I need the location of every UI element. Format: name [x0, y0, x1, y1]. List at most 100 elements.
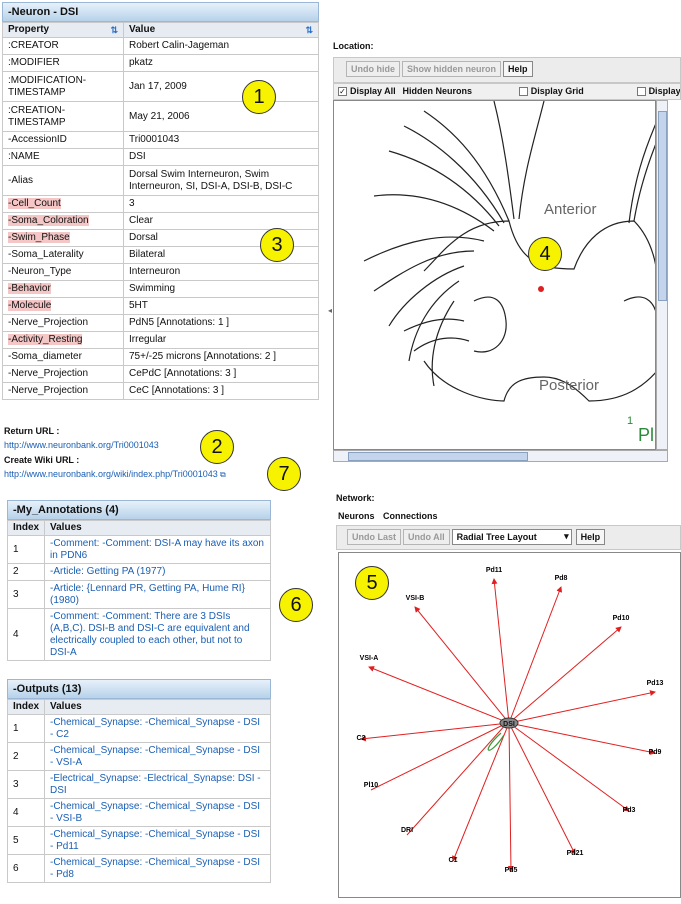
value-column-header[interactable]: Value ⇅ — [123, 22, 319, 38]
undo-last-button[interactable]: Undo Last — [347, 529, 401, 545]
undo-hide-button[interactable]: Undo hide — [346, 61, 400, 77]
outputs-values-header[interactable]: Values — [44, 699, 271, 715]
graph-edge[interactable] — [491, 578, 510, 724]
display-grid-checkbox[interactable] — [518, 86, 528, 96]
row-value[interactable]: -Chemical_Synapse: -Chemical_Synapse - D… — [44, 742, 271, 771]
graph-edge[interactable] — [406, 722, 508, 836]
graph-node-label[interactable]: VSI-A — [360, 655, 379, 662]
sort-icon[interactable]: ⇅ — [110, 24, 118, 36]
graph-edge[interactable] — [414, 606, 510, 724]
table-row[interactable]: -Nerve_Projection CeC [Annotations: 3 ] — [2, 382, 319, 400]
row-value[interactable]: -Comment: -Comment: DSI-A may have its a… — [44, 535, 271, 564]
table-row[interactable]: -Cell_Count 3 — [2, 195, 319, 213]
location-canvas[interactable]: Anterior Posterior 1 Pl — [333, 100, 656, 450]
show-hidden-neuron-button[interactable]: Show hidden neuron — [402, 61, 501, 77]
tab-connections[interactable]: Connections — [383, 511, 438, 521]
wiki-url-link[interactable]: http://www.neuronbank.org/wiki/index.php… — [4, 469, 218, 479]
annotations-title[interactable]: -My_Annotations (4) — [7, 500, 271, 520]
callout-6: 6 — [279, 588, 313, 622]
graph-edge[interactable] — [452, 722, 510, 862]
graph-node-label[interactable]: Pd21 — [567, 850, 584, 857]
graph-edge[interactable] — [508, 626, 622, 724]
graph-node-label[interactable]: Pd13 — [647, 680, 664, 687]
location-help-button[interactable]: Help — [503, 61, 533, 77]
display-all-checkbox[interactable]: ✓ — [338, 86, 347, 96]
graph-node-label[interactable]: C1 — [449, 857, 458, 864]
graph-node-label[interactable]: Pd8 — [555, 575, 568, 582]
table-row[interactable]: -AccessionID Tri0001043 — [2, 131, 319, 149]
table-row[interactable]: 4 -Comment: -Comment: There are 3 DSIs (A… — [7, 608, 271, 661]
table-row[interactable]: -Neuron_Type Interneuron — [2, 263, 319, 281]
splitter-handle[interactable]: ◂ — [328, 306, 332, 315]
external-link-icon[interactable]: ⧉ — [218, 470, 226, 479]
table-row[interactable]: 1 -Chemical_Synapse: -Chemical_Synapse - … — [7, 714, 271, 743]
table-row[interactable]: 4 -Chemical_Synapse: -Chemical_Synapse - … — [7, 798, 271, 827]
table-row[interactable]: -Alias Dorsal Swim Interneuron, Swim Inte… — [2, 165, 319, 196]
row-value[interactable]: -Chemical_Synapse: -Chemical_Synapse - D… — [44, 826, 271, 855]
neuron-location-marker[interactable] — [538, 286, 544, 292]
table-row[interactable]: -Nerve_Projection CePdC [Annotations: 3 ] — [2, 365, 319, 383]
table-row[interactable]: -Behavior Swimming — [2, 280, 319, 298]
graph-node-label[interactable]: DRI — [401, 827, 413, 834]
neuron-panel-title[interactable]: -Neuron - DSI — [2, 2, 319, 22]
location-vertical-scrollbar[interactable] — [656, 100, 668, 450]
row-key: -Cell_Count — [2, 195, 124, 213]
table-row[interactable]: 6 -Chemical_Synapse: -Chemical_Synapse - … — [7, 854, 271, 883]
graph-edge[interactable] — [508, 690, 656, 724]
table-row[interactable]: 3 -Article: {Lennard PR, Getting PA, Hume… — [7, 580, 271, 609]
table-row[interactable]: 5 -Chemical_Synapse: -Chemical_Synapse - … — [7, 826, 271, 855]
outputs-index-header[interactable]: Index — [7, 699, 45, 715]
table-row[interactable]: 2 -Chemical_Synapse: -Chemical_Synapse - … — [7, 742, 271, 771]
table-row[interactable]: -Soma_diameter 75+/-25 microns [Annotatio… — [2, 348, 319, 366]
outputs-title[interactable]: -Outputs (13) — [7, 679, 271, 699]
table-row[interactable]: -Activity_Resting Irregular — [2, 331, 319, 349]
table-row[interactable]: :CREATOR Robert Calin-Jageman — [2, 37, 319, 55]
graph-edge[interactable] — [508, 586, 563, 724]
tab-neurons[interactable]: Neurons — [338, 511, 375, 521]
graph-node-label[interactable]: Pd5 — [505, 867, 518, 874]
layout-select[interactable]: Radial Tree Layout ▾ — [451, 529, 572, 545]
graph-node-label[interactable]: Pd10 — [613, 615, 630, 622]
graph-node-label[interactable]: Pd11 — [486, 567, 502, 574]
table-row[interactable]: 1 -Comment: -Comment: DSI-A may have its … — [7, 535, 271, 564]
return-url-link[interactable]: http://www.neuronbank.org/Tri0001043 — [4, 440, 324, 450]
graph-edge[interactable] — [370, 722, 508, 791]
annotations-index-header[interactable]: Index — [7, 520, 45, 536]
property-column-header[interactable]: Property ⇅ — [2, 22, 124, 38]
graph-edge[interactable] — [508, 722, 656, 755]
sort-icon[interactable]: ⇅ — [305, 24, 313, 36]
network-canvas[interactable]: Pd11 Pd8 VSI-B Pd10 VSI-A Pd13 C2 Pd9 Pl10 Pd3 DRI… — [338, 552, 681, 898]
row-value[interactable]: -Chemical_Synapse: -Chemical_Synapse - D… — [44, 854, 271, 883]
graph-edge[interactable] — [507, 722, 514, 872]
row-value[interactable]: -Comment: -Comment: There are 3 DSIs (A,… — [44, 608, 271, 661]
row-value[interactable]: -Article: Getting PA (1977) — [44, 563, 271, 581]
graph-edge[interactable] — [508, 722, 630, 812]
graph-node-label[interactable]: Pd9 — [649, 749, 662, 756]
graph-node-label[interactable]: Pl10 — [364, 782, 379, 789]
graph-edge[interactable] — [508, 722, 576, 855]
row-value[interactable]: -Chemical_Synapse: -Chemical_Synapse - D… — [44, 714, 271, 743]
posterior-label: Posterior — [539, 377, 600, 394]
chevron-down-icon[interactable]: ▾ — [564, 531, 569, 542]
table-row[interactable]: -Molecule 5HT — [2, 297, 319, 315]
table-row[interactable]: 3 -Electrical_Synapse: -Electrical_Synaps… — [7, 770, 271, 799]
annotations-values-header[interactable]: Values — [44, 520, 271, 536]
graph-node-label[interactable]: Pd3 — [623, 807, 636, 814]
location-horizontal-scrollbar[interactable] — [333, 450, 668, 462]
table-row[interactable]: -Soma_Coloration Clear — [2, 212, 319, 230]
graph-node-label[interactable]: VSI-B — [406, 595, 425, 602]
table-row[interactable]: 2 -Article: Getting PA (1977) — [7, 563, 271, 581]
table-row[interactable]: -Nerve_Projection PdN5 [Annotations: 1 ] — [2, 314, 319, 332]
row-value[interactable]: -Electrical_Synapse: -Electrical_Synapse… — [44, 770, 271, 799]
network-help-button[interactable]: Help — [575, 529, 606, 545]
table-row[interactable]: :MODIFIER pkatz — [2, 54, 319, 72]
row-value[interactable]: -Article: {Lennard PR, Getting PA, Hume … — [44, 580, 271, 609]
undo-all-button[interactable]: Undo All — [403, 529, 450, 545]
row-value[interactable]: -Chemical_Synapse: -Chemical_Synapse - D… — [44, 798, 271, 827]
graph-node-label[interactable]: C2 — [357, 735, 366, 742]
graph-edge[interactable] — [368, 666, 510, 724]
table-row[interactable]: :NAME DSI — [2, 148, 319, 166]
graph-edge[interactable] — [360, 722, 510, 742]
display-extra-checkbox[interactable] — [636, 86, 646, 96]
callout-2: 2 — [200, 430, 234, 464]
